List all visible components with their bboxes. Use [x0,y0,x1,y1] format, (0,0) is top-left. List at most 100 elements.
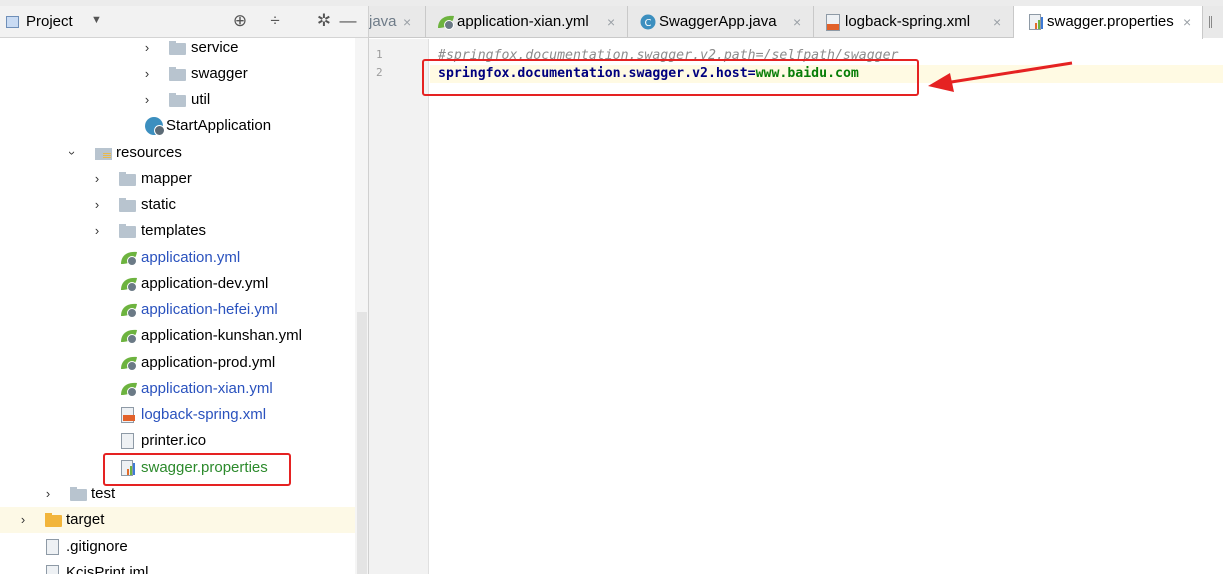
line-number: 1 [376,48,383,61]
tree-item-logback-spring-xml[interactable]: logback-spring.xml [0,402,355,428]
tree-item-label: StartApplication [166,117,272,134]
tree-item-label: test [91,485,116,502]
tree-item-label: KcisPrint.iml [66,564,149,574]
xml-file-icon [826,14,840,31]
spring-boot-class-icon [145,117,165,136]
tree-item-printer-ico[interactable]: printer.ico [0,428,355,454]
project-view-selector[interactable]: Project [26,13,73,30]
property-separator: = [747,66,756,81]
folder-icon [169,41,186,55]
locate-file-icon[interactable]: ⊕ [230,11,250,31]
tree-item-application-kunshan-yml[interactable]: application-kunshan.yml [0,323,355,349]
tree-item-label: application-kunshan.yml [141,327,302,344]
chevron-right-icon[interactable]: › [141,61,153,87]
tree-item-label: mapper [141,170,192,187]
close-icon[interactable]: × [1183,6,1191,38]
tree-item-label: service [191,39,239,56]
project-scrollbar[interactable] [355,38,368,574]
tree-item-swagger-properties[interactable]: swagger.properties [0,455,355,481]
project-panel-header: Project ▼ ⊕ ÷ ✲ — [0,6,368,38]
chevron-right-icon[interactable]: › [141,87,153,113]
tab-java[interactable]: java × [369,6,426,38]
tree-item-test[interactable]: › test [0,481,355,507]
iml-file-icon [46,565,59,574]
spring-yml-icon [121,303,137,318]
spring-yml-icon [438,15,454,30]
close-icon[interactable]: × [993,6,1001,38]
hide-panel-icon[interactable]: — [338,11,358,31]
xml-file-icon [121,407,135,423]
tree-item-label: application.yml [141,249,241,266]
close-icon[interactable]: × [403,6,411,38]
tree-item-label: util [191,91,211,108]
close-icon[interactable]: × [607,6,615,38]
gear-icon[interactable]: ✲ [314,11,334,31]
tree-item-label: resources [116,144,182,161]
tab-application-xian-yml[interactable]: application-xian.yml × [426,6,628,38]
code-line-2[interactable]: springfox.documentation.swagger.v2.host=… [430,65,1223,83]
chevron-down-icon[interactable]: › [59,147,85,159]
close-icon[interactable]: × [793,6,801,38]
folder-icon [169,93,186,107]
tab-label: SwaggerApp.java [659,13,777,30]
property-value: www.baidu.com [755,66,859,81]
tab-overflow-icon[interactable] [1203,6,1223,38]
tree-item-swagger[interactable]: › swagger [0,61,355,87]
tree-item-service[interactable]: › service [0,35,355,61]
project-view-icon [6,16,19,28]
project-tool-window: Project ▼ ⊕ ÷ ✲ — › service › swagger › … [0,6,369,574]
collapse-all-icon[interactable]: ÷ [265,11,285,31]
tree-item-label: application-hefei.yml [141,301,278,318]
folder-icon [169,67,186,81]
tree-item-label: logback-spring.xml [141,406,267,423]
line-number-gutter: 1 2 [369,39,429,574]
tree-item-static[interactable]: › static [0,192,355,218]
tree-item-label: application-dev.yml [141,275,269,292]
tab-logback-spring-xml[interactable]: logback-spring.xml × [814,6,1014,38]
chevron-right-icon[interactable]: › [141,35,153,61]
chevron-down-icon[interactable]: ▼ [91,14,102,26]
tree-item-gitignore[interactable]: .gitignore [0,534,355,560]
tree-item-target[interactable]: › target [0,507,368,533]
resources-folder-icon [95,148,112,160]
tab-swaggerapp-java[interactable]: C SwaggerApp.java × [628,6,814,38]
chevron-right-icon[interactable]: › [42,481,54,507]
editor-area: java × application-xian.yml × C SwaggerA… [369,6,1223,574]
tree-item-application-prod-yml[interactable]: application-prod.yml [0,350,355,376]
file-icon [121,433,134,449]
tree-item-application-hefei-yml[interactable]: application-hefei.yml [0,297,355,323]
chevron-right-icon[interactable]: › [91,218,103,244]
tab-swagger-properties[interactable]: swagger.properties × [1014,6,1203,39]
chevron-right-icon[interactable]: › [17,507,29,533]
tab-label: java [369,13,397,30]
chevron-right-icon[interactable]: › [91,166,103,192]
tree-item-kcisprint-iml[interactable]: KcisPrint.iml [0,560,355,574]
tree-item-label: static [141,196,177,213]
tree-item-templates[interactable]: › templates [0,218,355,244]
tree-item-label: .gitignore [66,538,128,555]
line-number: 2 [376,66,383,79]
code-text: springfox.documentation.swagger.v2.host=… [438,65,859,83]
tree-item-label: printer.ico [141,432,207,449]
tree-item-application-dev-yml[interactable]: application-dev.yml [0,271,355,297]
tree-item-resources[interactable]: › resources [0,140,355,166]
folder-icon [119,224,136,238]
tree-item-application-xian-yml[interactable]: application-xian.yml [0,376,355,402]
file-icon [46,539,59,555]
spring-yml-icon [121,382,137,397]
chevron-right-icon[interactable]: › [91,192,103,218]
tree-item-application-yml[interactable]: application.yml [0,245,355,271]
tree-item-mapper[interactable]: › mapper [0,166,355,192]
spring-yml-icon [121,277,137,292]
folder-icon [70,487,87,501]
scrollbar-thumb[interactable] [357,312,367,574]
code-line-1[interactable]: #springfox.documentation.swagger.v2.path… [430,47,1223,65]
tree-item-startapplication[interactable]: StartApplication [0,113,355,139]
tree-item-util[interactable]: › util [0,87,355,113]
code-comment: #springfox.documentation.swagger.v2.path… [438,48,899,63]
editor-tab-bar: java × application-xian.yml × C SwaggerA… [369,6,1223,39]
folder-icon [119,172,136,186]
tab-label: logback-spring.xml [845,13,971,30]
properties-file-icon [121,460,135,476]
tree-item-label: application-xian.yml [141,380,273,397]
